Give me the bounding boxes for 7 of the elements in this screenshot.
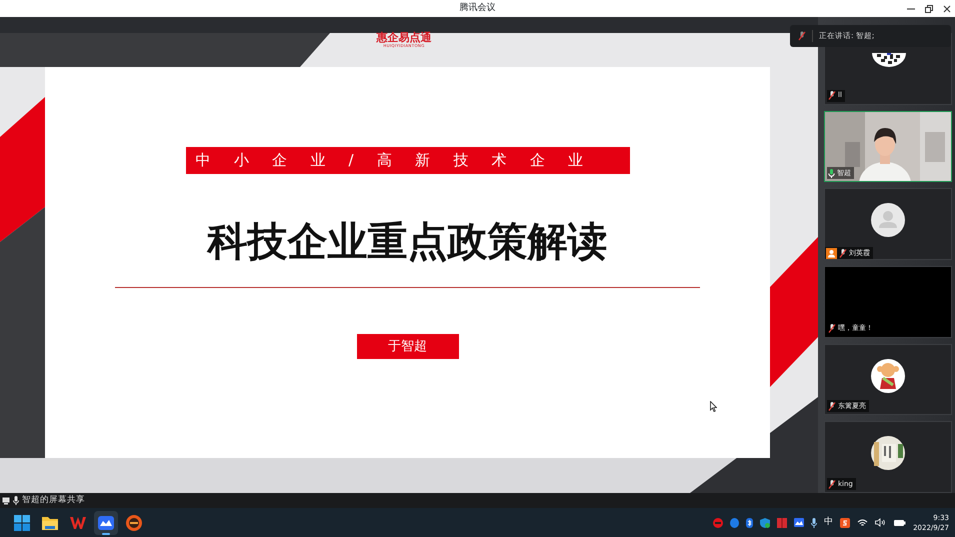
presenter-name: 于智超 — [356, 334, 458, 359]
slide-logo: 惠企易点通 — [376, 32, 432, 43]
slide-tagline: 中小企业/高新技术企业 — [186, 147, 630, 174]
screen-share-label: 智超的屏幕共享 — [22, 494, 85, 507]
window-title: 腾讯会议 — [460, 2, 496, 15]
input-method-indicator[interactable]: 中 — [824, 516, 834, 530]
slide-title: 科技企业重点政策解读 — [208, 216, 608, 266]
